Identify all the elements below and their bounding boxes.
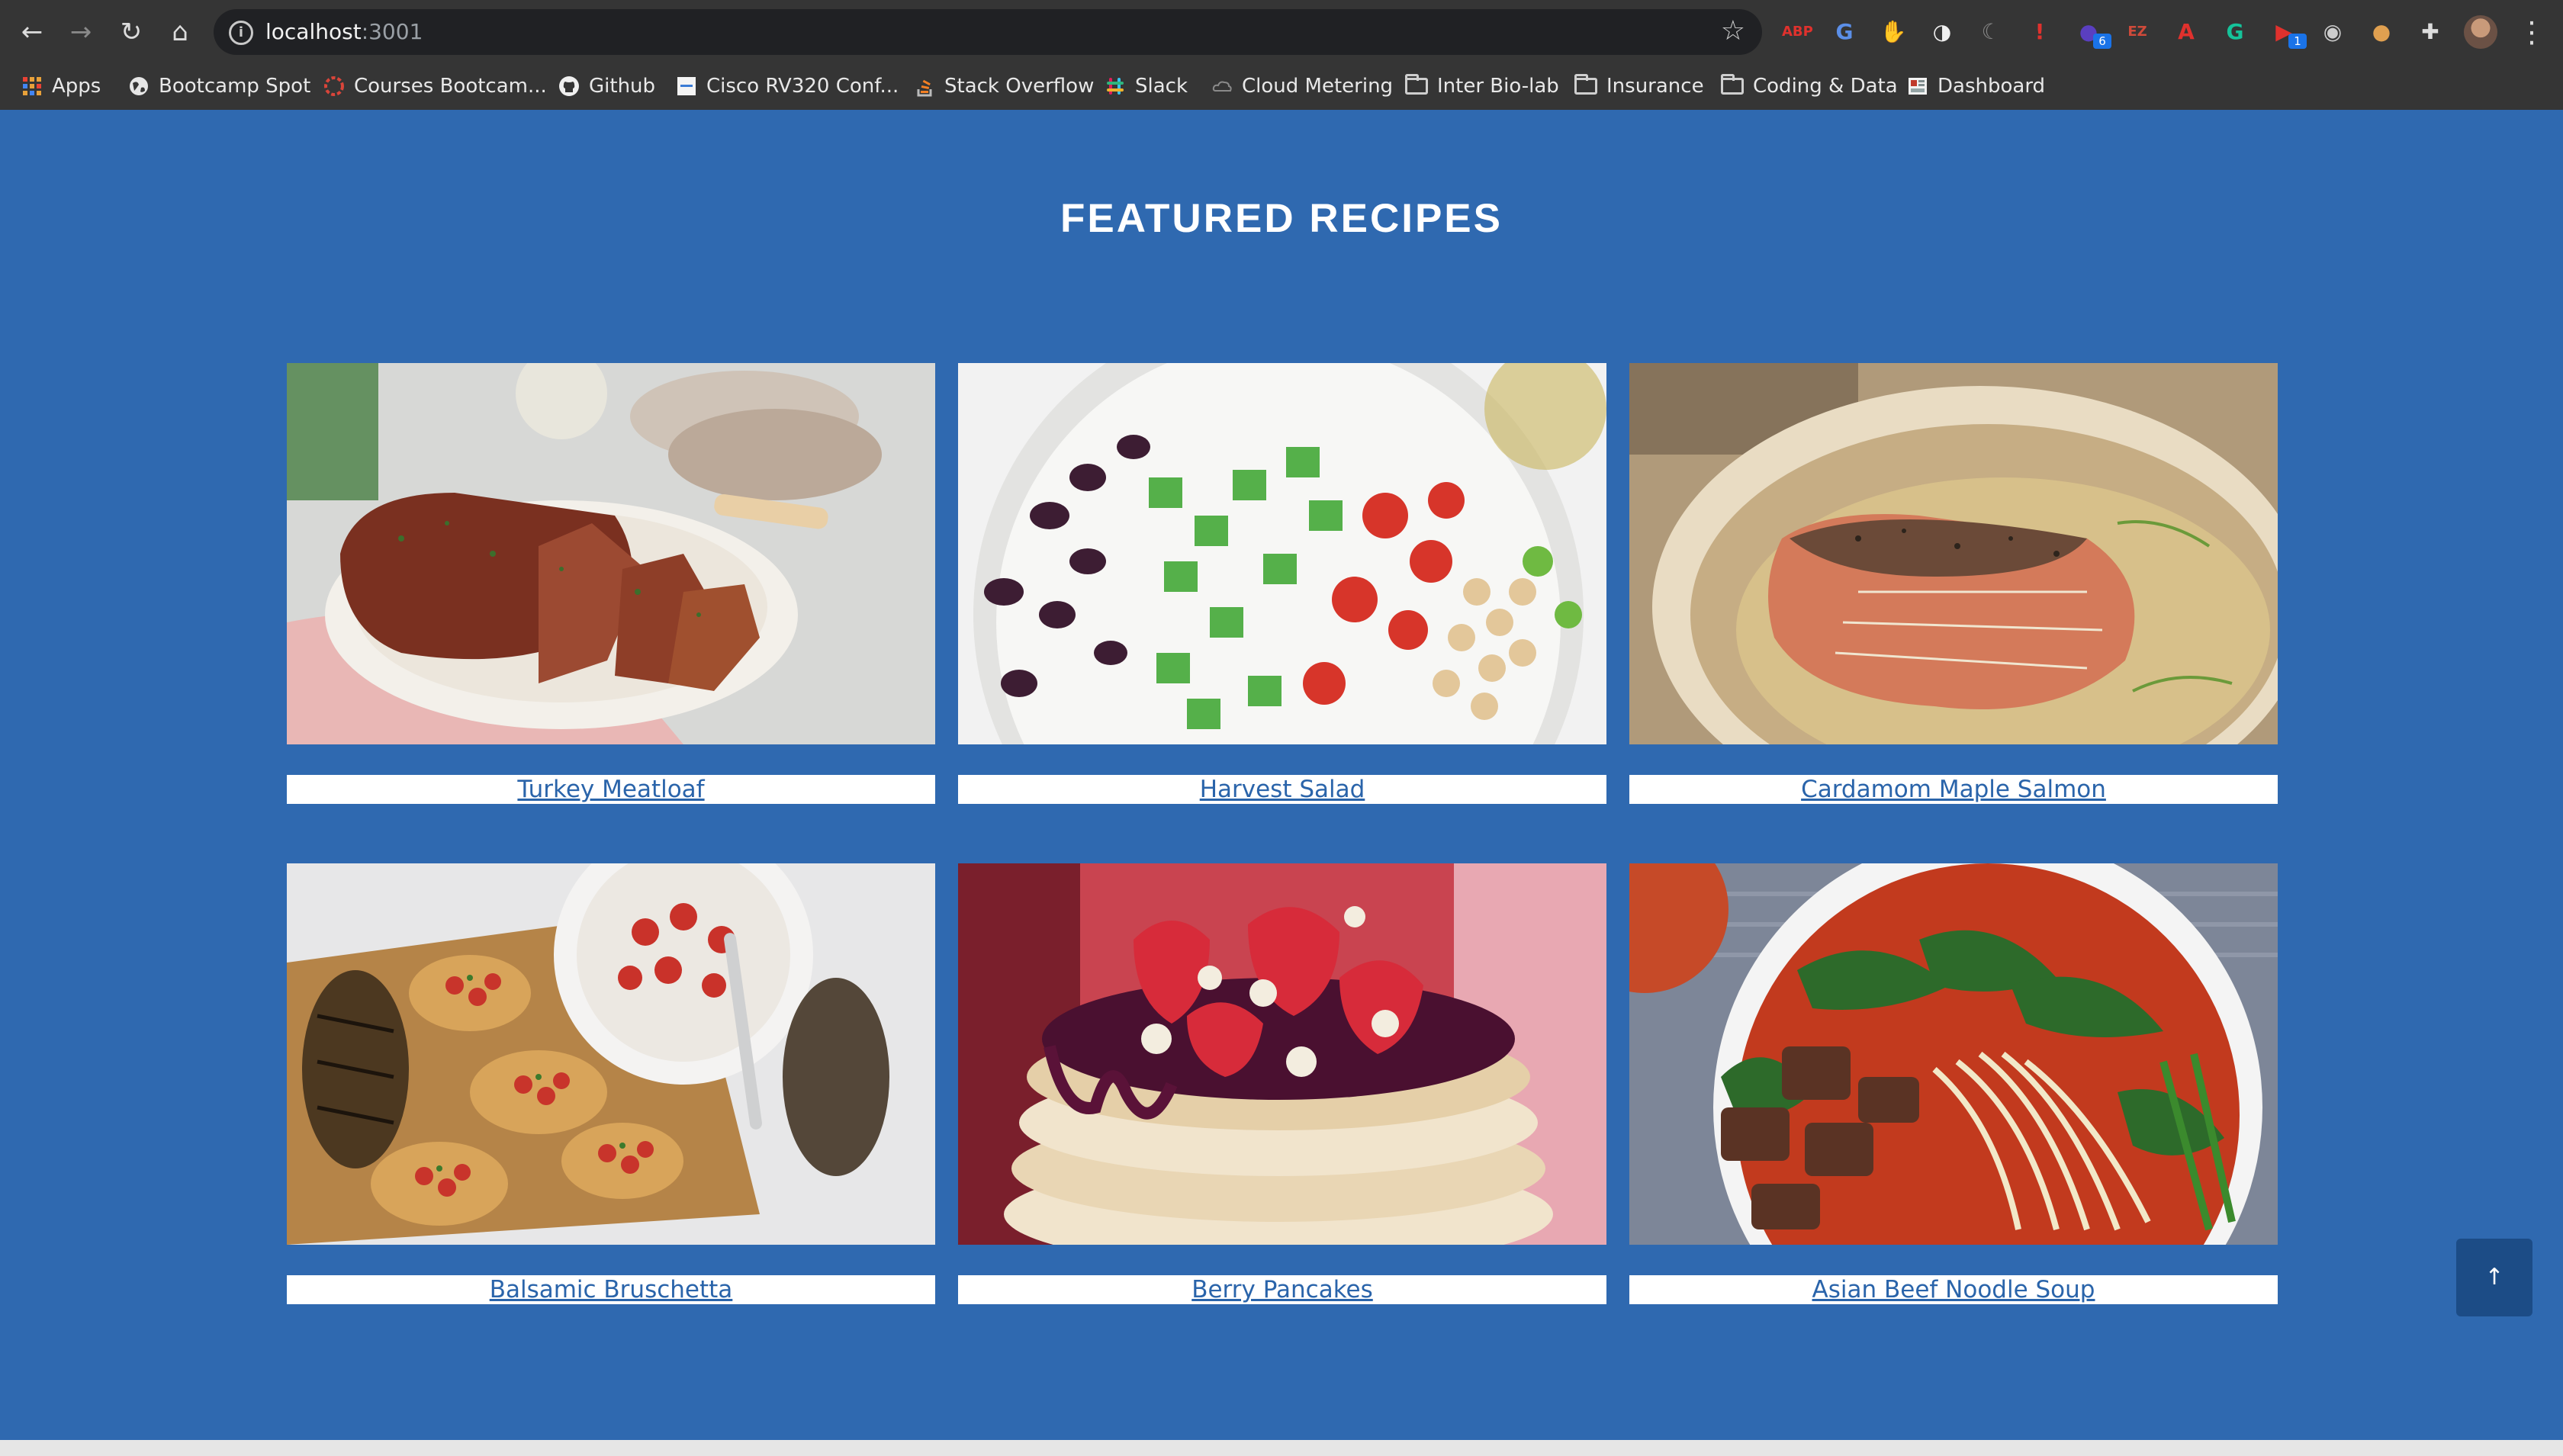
bookmark-slack[interactable]: Slack xyxy=(1105,64,1188,108)
recipe-link-asian-beef-noodle-soup[interactable]: Asian Beef Noodle Soup xyxy=(1812,1276,2095,1303)
camera-ext-icon[interactable]: ◉ xyxy=(2319,18,2346,46)
recipe-link-cardamom-maple-salmon[interactable]: Cardamom Maple Salmon xyxy=(1801,776,2106,803)
translate-icon[interactable]: G xyxy=(1831,18,1858,46)
folder-icon xyxy=(1405,74,1428,95)
recipe-image-asian-beef-noodle-soup[interactable] xyxy=(1629,863,2278,1245)
github-icon xyxy=(558,76,580,97)
bookmark-cloud-metering[interactable]: Cloud Metering xyxy=(1211,64,1393,108)
more-menu-icon[interactable]: ⋮ xyxy=(2517,12,2546,52)
extension-badge: 1 xyxy=(2288,34,2307,49)
arrow-left-icon: ← xyxy=(21,17,43,47)
recipe-link-balsamic-bruschetta[interactable]: Balsamic Bruschetta xyxy=(490,1276,733,1303)
bookmark-star-icon[interactable]: ☆ xyxy=(1721,15,1745,47)
recipe-label: Harvest Salad xyxy=(958,775,1606,804)
alert-ext-icon[interactable]: ! xyxy=(2026,18,2053,46)
folder-icon xyxy=(1721,74,1744,95)
profile-avatar[interactable] xyxy=(2464,15,2497,49)
scroll-to-top-button[interactable]: ↑ xyxy=(2456,1239,2532,1316)
bookmark-bootcamp-spot[interactable]: Bootcamp Spot xyxy=(128,64,310,108)
bookmark-coding-data[interactable]: Coding & Data xyxy=(1721,64,1898,108)
cookie-ext-icon[interactable]: ● xyxy=(2368,18,2395,46)
bookmark-github[interactable]: Github xyxy=(558,64,655,108)
home-icon: ⌂ xyxy=(172,17,188,47)
recipe-link-turkey-meatloaf[interactable]: Turkey Meatloaf xyxy=(517,776,704,803)
gear-logo-icon xyxy=(323,76,345,97)
adblock-icon[interactable]: ABP xyxy=(1782,18,1813,46)
stack-overflow-icon xyxy=(914,76,935,97)
recipe-label: Balsamic Bruschetta xyxy=(287,1275,935,1304)
bookmark-stack-overflow[interactable]: Stack Overflow xyxy=(914,64,1094,108)
cisco-icon xyxy=(676,76,697,97)
bookmark-inter-bio-lab[interactable]: Inter Bio-lab xyxy=(1405,64,1559,108)
extension-badge: 6 xyxy=(2093,34,2111,49)
forward-button[interactable]: → xyxy=(63,14,99,50)
folder-icon xyxy=(1574,74,1597,95)
recipe-image-turkey-meatloaf[interactable] xyxy=(287,363,935,744)
cloud-icon xyxy=(1211,76,1233,97)
info-icon[interactable]: i xyxy=(229,21,253,45)
stop-icon[interactable]: ✋ xyxy=(1880,18,1907,46)
home-button[interactable]: ⌂ xyxy=(162,14,198,50)
page-title: FEATURED RECIPES xyxy=(1060,196,1503,241)
ez-ext-icon[interactable]: EZ xyxy=(2124,18,2151,46)
circle-ext-icon[interactable]: ◑ xyxy=(1928,18,1956,46)
moon-ext-icon[interactable]: ☾ xyxy=(1977,18,2005,46)
bookmark-insurance[interactable]: Insurance xyxy=(1574,64,1704,108)
recipe-image-berry-pancakes[interactable] xyxy=(958,863,1606,1245)
apps-grid-icon xyxy=(21,76,43,97)
recipe-link-harvest-salad[interactable]: Harvest Salad xyxy=(1200,776,1365,803)
reload-icon: ↻ xyxy=(120,17,143,47)
address-bar[interactable]: i localhost:3001 ☆ xyxy=(214,9,1762,55)
bookmarks-bar: Apps Bootcamp Spot Courses Bootcam... Gi… xyxy=(0,64,2563,111)
url-text[interactable]: localhost:3001 xyxy=(265,9,423,55)
recipe-label: Asian Beef Noodle Soup xyxy=(1629,1275,2278,1304)
arrow-up-icon: ↑ xyxy=(2484,1264,2504,1290)
globe-icon xyxy=(128,76,150,97)
recipe-link-berry-pancakes[interactable]: Berry Pancakes xyxy=(1191,1276,1373,1303)
page-bottom-strip xyxy=(0,1440,2563,1456)
browser-toolbar: ← → ↻ ⌂ i localhost:3001 ☆ ABP G ✋ ◑ ☾! ● EZ A G… xyxy=(0,0,2563,64)
bookmark-dashboard[interactable]: Dashboard xyxy=(1907,64,2045,108)
grammarly-icon[interactable]: G xyxy=(2221,18,2249,46)
slack-icon xyxy=(1105,76,1126,97)
recipe-label: Cardamom Maple Salmon xyxy=(1629,775,2278,804)
browser-chrome: ← → ↻ ⌂ i localhost:3001 ☆ ABP G ✋ ◑ ☾! ● EZ A G… xyxy=(0,0,2563,111)
recipe-label: Berry Pancakes xyxy=(958,1275,1606,1304)
arrow-right-icon: → xyxy=(69,17,92,47)
bookmark-courses-bootcamp[interactable]: Courses Bootcam... xyxy=(323,64,547,108)
recipe-label: Turkey Meatloaf xyxy=(287,775,935,804)
back-button[interactable]: ← xyxy=(14,14,50,50)
bookmark-cisco[interactable]: Cisco RV320 Conf... xyxy=(676,64,899,108)
page-content: FEATURED RECIPES Turkey Meatloaf Harvest… xyxy=(0,110,2563,1440)
dashboard-icon xyxy=(1907,76,1928,97)
recipe-image-harvest-salad[interactable] xyxy=(958,363,1606,744)
recipe-image-cardamom-maple-salmon[interactable] xyxy=(1629,363,2278,744)
puzzle-icon[interactable]: ✚ xyxy=(2417,18,2444,46)
reload-button[interactable]: ↻ xyxy=(113,14,150,50)
recipe-image-balsamic-bruschetta[interactable] xyxy=(287,863,935,1245)
pdf-ext-icon[interactable]: A xyxy=(2172,18,2200,46)
bookmark-apps[interactable]: Apps xyxy=(21,64,101,108)
